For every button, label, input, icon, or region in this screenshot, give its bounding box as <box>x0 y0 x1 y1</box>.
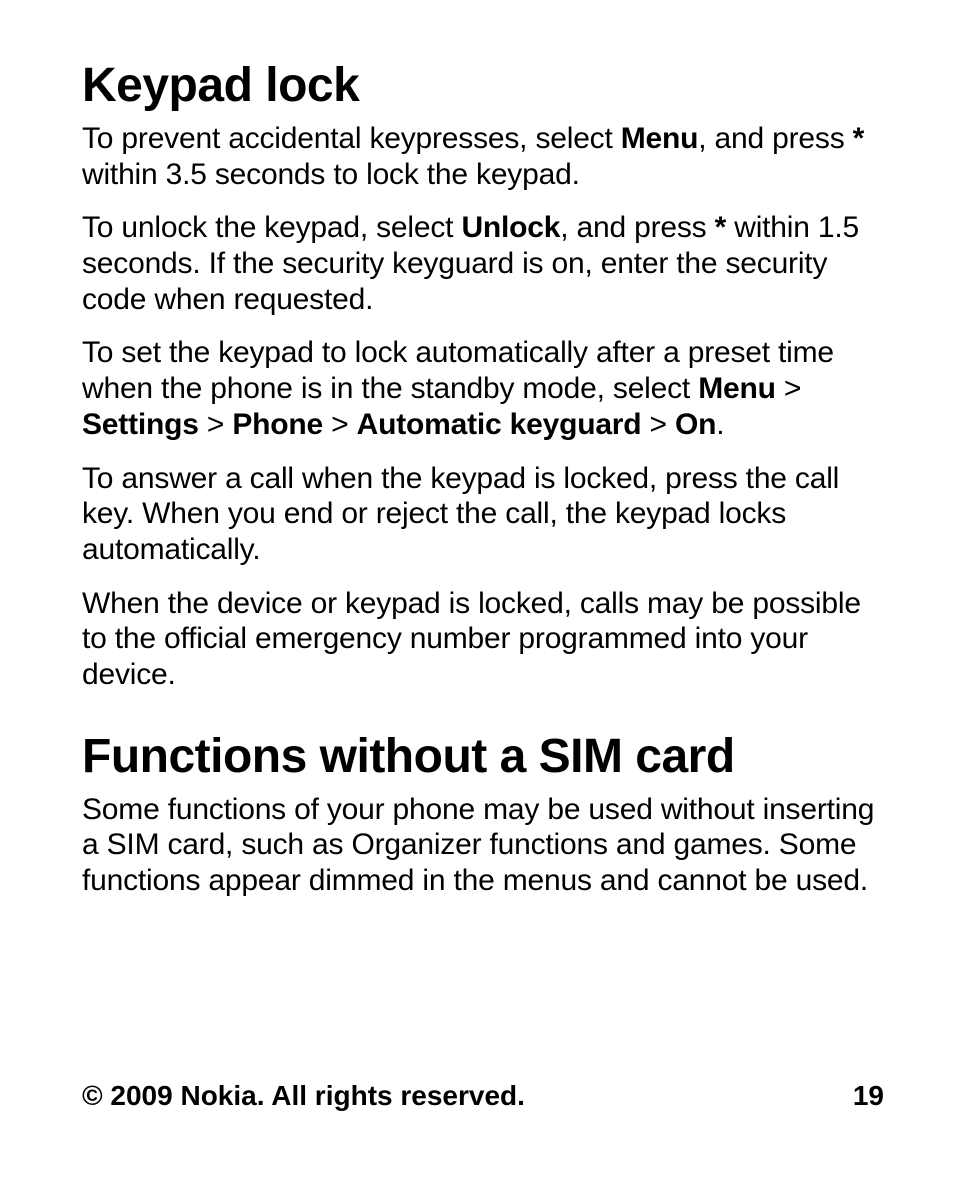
body-text: > <box>641 408 675 441</box>
body-text: > <box>776 372 801 405</box>
paragraph: To unlock the keypad, select Unlock, and… <box>82 210 884 317</box>
bold-text: Phone <box>232 408 323 441</box>
page-number: 19 <box>853 1080 884 1112</box>
heading-keypad-lock: Keypad lock <box>82 58 884 113</box>
bold-text: Menu <box>621 122 699 155</box>
heading-functions-without-sim: Functions without a SIM card <box>82 729 884 784</box>
bold-text: Automatic keyguard <box>357 408 642 441</box>
body-text: . <box>716 408 724 441</box>
bold-text: * <box>715 211 726 244</box>
bold-text: On <box>675 408 716 441</box>
body-text: within 3.5 seconds to lock the keypad. <box>82 158 580 191</box>
bold-text: Settings <box>82 408 199 441</box>
bold-text: Menu <box>698 372 776 405</box>
body-text: To prevent accidental keypresses, select <box>82 122 621 155</box>
body-text: , and press <box>560 211 714 244</box>
copyright-text: © 2009 Nokia. All rights reserved. <box>82 1080 525 1112</box>
manual-page: Keypad lock To prevent accidental keypre… <box>0 0 954 1180</box>
page-footer: © 2009 Nokia. All rights reserved. 19 <box>82 1080 884 1112</box>
bold-text: * <box>853 122 864 155</box>
body-text: , and press <box>698 122 852 155</box>
bold-text: Unlock <box>461 211 560 244</box>
paragraph: When the device or keypad is locked, cal… <box>82 586 884 693</box>
paragraph: To prevent accidental keypresses, select… <box>82 121 884 192</box>
paragraph: To set the keypad to lock automatically … <box>82 335 884 442</box>
body-text: To unlock the keypad, select <box>82 211 461 244</box>
paragraph: Some functions of your phone may be used… <box>82 792 884 899</box>
paragraph: To answer a call when the keypad is lock… <box>82 461 884 568</box>
body-text: > <box>323 408 357 441</box>
body-text: > <box>199 408 233 441</box>
